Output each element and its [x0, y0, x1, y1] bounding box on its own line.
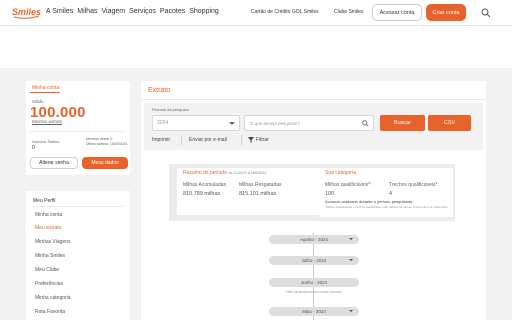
filter-bar: Período da pesquisa 2024 O que deseja pe… [144, 103, 483, 150]
period-summary-title: Resumo do período de 1/1/2024 a 18/9/202… [183, 170, 266, 176]
action-separator [181, 135, 182, 145]
qualification-footnote: *Milhas qualificáveis e trechos qualific… [325, 205, 449, 209]
top-header: Smiles A Smiles Milhas Viagem Serviços P… [0, 0, 512, 26]
menu-item-preferencias[interactable]: Preferências [35, 281, 63, 287]
menu-item-rota-favorita[interactable]: Rota Favorita [35, 309, 65, 315]
nav-milhas[interactable]: Milhas [77, 8, 97, 15]
qualifying-segments-label: Trechos qualificáveis*: [389, 182, 439, 188]
category-summary: Sua categoria Milhas qualificáveis*: 100… [319, 168, 453, 217]
period-label: Período da pesquisa [152, 107, 189, 112]
accumulated-value: 810.789 milhas [183, 191, 221, 197]
menu-title: Meu Perfil [33, 198, 56, 204]
month-pill-junho[interactable]: Junho - 2024 [269, 278, 359, 287]
empty-period-text: Não há lançamentos nesse período [286, 290, 342, 294]
month-label: Agosto - 2024 [299, 237, 329, 242]
filter-button[interactable]: Filtrar [248, 137, 269, 143]
account-tab[interactable]: Minha conta [32, 85, 59, 91]
credit-card-link[interactable]: Cartão de Crédito GOL Smiles [251, 9, 319, 15]
page-title: Extrato [148, 87, 171, 94]
nav-a-smiles[interactable]: A Smiles [46, 8, 73, 15]
member-info: Membro desde 0 Último acesso: 18/09/2024 [86, 137, 127, 147]
search-input[interactable]: O que deseja pesquisar? [244, 115, 374, 131]
title-divider [141, 99, 486, 100]
smiles-number-label: Número Smiles [32, 139, 60, 144]
redeemed-value: 815.101 milhas [239, 191, 277, 197]
search-button[interactable]: Buscar [380, 115, 425, 131]
nav-pacotes[interactable]: Pacotes [160, 8, 185, 15]
search-icon [362, 120, 369, 127]
chevron-down-icon [229, 122, 235, 125]
month-label: Maio - 2024 [302, 309, 326, 314]
club-link[interactable]: Clube Smiles [334, 9, 363, 15]
period-summary-heading: Resumo do período [183, 170, 227, 176]
year-select-value: 2024 [157, 120, 169, 126]
accumulated-label: Milhas Acumuladas [183, 182, 227, 188]
create-account-button[interactable]: Criar conta [426, 4, 466, 21]
menu-item-minha-categoria[interactable]: Minha categoria [35, 295, 71, 301]
menu-item-minha-smiles[interactable]: Minha Smiles [35, 253, 65, 259]
menu-item-meu-clube[interactable]: Meu Clube [35, 267, 59, 273]
smiles-logo[interactable]: Smiles [12, 5, 42, 19]
login-button[interactable]: Acessar conta [372, 4, 422, 21]
chevron-down-icon [349, 310, 353, 312]
change-password-button[interactable]: Alterar senha [30, 157, 78, 169]
nav-servicos[interactable]: Serviços [129, 8, 156, 15]
action-separator [241, 135, 242, 145]
statement-card: Extrato Período da pesquisa 2024 O que d… [141, 81, 486, 320]
my-data-button[interactable]: Meus dados [82, 157, 128, 169]
search-placeholder: O que deseja pesquisar? [250, 120, 301, 126]
month-pill-agosto[interactable]: Agosto - 2024 [269, 235, 359, 244]
divider [30, 131, 126, 132]
print-button[interactable]: Imprimir [152, 137, 170, 143]
qualifying-segments-value: 4 [389, 191, 393, 197]
nav-viagem[interactable]: Viagem [101, 8, 125, 15]
menu-item-minha-conta[interactable]: Minha conta [35, 212, 62, 218]
email-button[interactable]: Enviar por e-mail [189, 137, 227, 143]
last-access: Último acesso: 18/09/2024 [86, 142, 128, 146]
month-label: Junho - 2024 [300, 280, 328, 285]
csv-button[interactable]: CSV [428, 115, 471, 131]
month-label: Julho - 2024 [301, 258, 327, 263]
nav-shopping[interactable]: Shopping [189, 8, 219, 15]
svg-text:Smiles: Smiles [12, 7, 41, 17]
account-card: Minha conta Saldo 100.000 Mostrar extrat… [26, 81, 130, 175]
summary-panel: Resumo do período de 1/1/2024 a 18/9/202… [169, 164, 455, 221]
main-nav: A Smiles Milhas Viagem Serviços Pacotes … [46, 8, 219, 15]
category-title: Sua categoria [325, 170, 356, 176]
month-pill-maio[interactable]: Maio - 2024 [269, 307, 359, 316]
qualifying-miles-label: Milhas qualificáveis*: [325, 182, 372, 188]
month-pill-julho[interactable]: Julho - 2024 [269, 256, 359, 265]
smiles-number-value: 0 [32, 145, 35, 151]
period-summary: Resumo do período de 1/1/2024 a 18/9/202… [177, 168, 323, 215]
qualifying-miles-value: 100 [325, 191, 335, 197]
account-tab-underline [30, 92, 60, 93]
print-label: Imprimir [152, 137, 171, 143]
search-icon[interactable] [481, 8, 491, 18]
period-note: Acúmulo realizado durante o período pesq… [325, 199, 414, 204]
profile-menu: Meu Perfil Minha conta Meu extrato Minha… [26, 191, 130, 320]
show-statement-link[interactable]: Mostrar extrato [32, 119, 62, 124]
menu-item-minhas-viagens[interactable]: Minhas Viagens [35, 239, 71, 245]
redeemed-label: Milhas Resgatadas [239, 182, 282, 188]
year-select[interactable]: 2024 [152, 115, 240, 131]
chevron-down-icon [349, 238, 353, 240]
period-range: de 1/1/2024 a 18/9/2024 [228, 171, 267, 175]
menu-item-meu-extrato[interactable]: Meu extrato [35, 225, 61, 231]
menu-divider [31, 206, 125, 207]
filter-icon [248, 137, 254, 143]
email-label: Enviar por e-mail [189, 137, 227, 143]
filter-label: Filtrar [256, 137, 269, 143]
chevron-down-icon [349, 259, 353, 261]
